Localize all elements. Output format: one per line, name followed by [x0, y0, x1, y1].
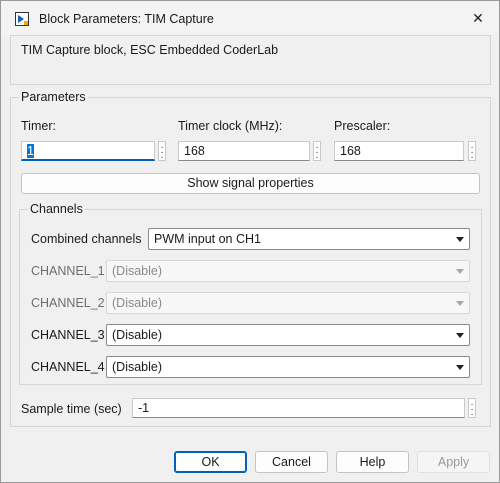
prescaler-more-icon[interactable]: · · ·	[468, 141, 476, 163]
channels-legend: Channels	[28, 202, 85, 216]
block-description: TIM Capture block, ESC Embedded CoderLab	[21, 43, 279, 57]
prescaler-input[interactable]: 168	[334, 141, 464, 161]
timer-more-icon[interactable]: · · ·	[158, 141, 166, 163]
channel-1-select: (Disable)	[106, 260, 470, 282]
channel-3-select[interactable]: (Disable)	[106, 324, 470, 346]
channel-1-value: (Disable)	[112, 264, 163, 278]
chevron-down-icon	[456, 237, 464, 242]
ok-button[interactable]: OK	[174, 451, 247, 473]
channel-2-select: (Disable)	[106, 292, 470, 314]
chevron-down-icon	[456, 365, 464, 370]
sample-time-label: Sample time (sec)	[21, 402, 122, 416]
apply-button: Apply	[417, 451, 490, 473]
combined-channels-value: PWM input on CH1	[154, 232, 261, 246]
channel-4-value: (Disable)	[112, 360, 163, 374]
title-bar[interactable]: Block Parameters: TIM Capture ✕	[1, 1, 499, 35]
channel-3-value: (Disable)	[112, 328, 163, 342]
cancel-button[interactable]: Cancel	[255, 451, 328, 473]
prescaler-label: Prescaler:	[334, 119, 391, 133]
dialog-window: Block Parameters: TIM Capture ✕ TIM Capt…	[0, 0, 500, 483]
chevron-down-icon	[456, 301, 464, 306]
channel-2-label: CHANNEL_2	[31, 296, 105, 310]
prescaler-value: 168	[340, 144, 361, 158]
chevron-down-icon	[456, 269, 464, 274]
channel-3-label: CHANNEL_3	[31, 328, 105, 342]
help-button[interactable]: Help	[336, 451, 409, 473]
timer-clock-more-icon[interactable]: · · ·	[313, 141, 321, 163]
channel-2-value: (Disable)	[112, 296, 163, 310]
sample-time-more-icon[interactable]: · · ·	[468, 398, 476, 420]
timer-clock-input[interactable]: 168	[178, 141, 310, 161]
combined-channels-label: Combined channels	[31, 232, 142, 246]
timer-clock-value: 168	[184, 144, 205, 158]
timer-clock-label: Timer clock (MHz):	[178, 119, 283, 133]
sample-time-input[interactable]: -1	[132, 398, 465, 418]
close-icon[interactable]: ✕	[467, 7, 489, 29]
window-title: Block Parameters: TIM Capture	[39, 12, 214, 26]
description-panel: TIM Capture block, ESC Embedded CoderLab	[10, 35, 491, 85]
channel-4-select[interactable]: (Disable)	[106, 356, 470, 378]
combined-channels-select[interactable]: PWM input on CH1	[148, 228, 470, 250]
parameters-legend: Parameters	[19, 90, 88, 104]
channel-4-label: CHANNEL_4	[31, 360, 105, 374]
timer-value: 1	[27, 144, 34, 158]
channel-1-label: CHANNEL_1	[31, 264, 105, 278]
chevron-down-icon	[456, 333, 464, 338]
timer-input[interactable]: 1	[21, 141, 155, 161]
timer-label: Timer:	[21, 119, 56, 133]
show-signal-properties-button[interactable]: Show signal properties	[21, 173, 480, 194]
simulink-block-icon	[15, 12, 29, 26]
sample-time-value: -1	[138, 401, 150, 415]
